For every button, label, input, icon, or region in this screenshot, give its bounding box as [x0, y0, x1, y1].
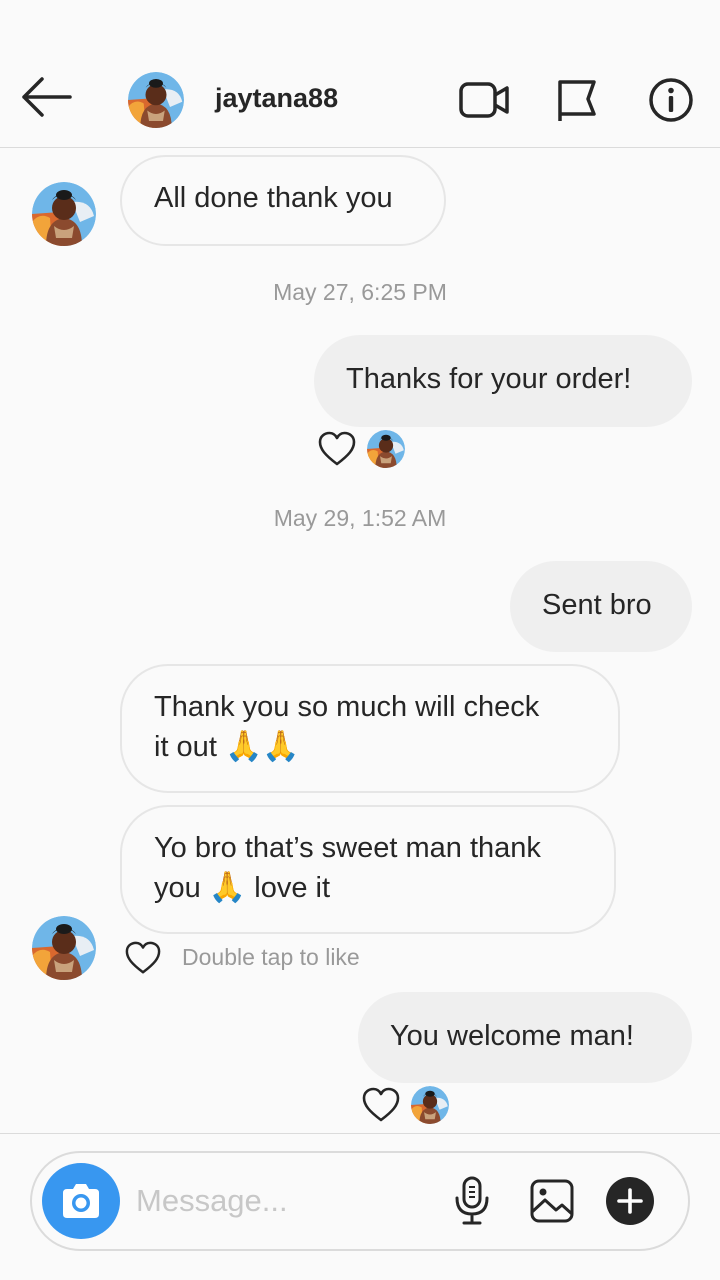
message-bubble-incoming[interactable]: Yo bro that’s sweet man thank you 🙏 love… [120, 805, 616, 934]
avatar[interactable] [128, 72, 184, 128]
message-input[interactable] [136, 1177, 436, 1225]
voice-message-button[interactable] [446, 1175, 498, 1227]
message-bubble-incoming[interactable]: Thank you so much will check it out 🙏🙏 [120, 664, 620, 793]
message-text: Thanks for your order! [346, 363, 632, 395]
back-button[interactable] [20, 74, 76, 120]
message-text: love it [254, 872, 331, 904]
more-options-button[interactable] [604, 1175, 656, 1227]
double-tap-hint: Double tap to like [182, 944, 360, 970]
video-camera-icon [459, 82, 509, 118]
message-composer [30, 1151, 690, 1251]
info-button[interactable] [643, 72, 699, 128]
composer-bar [0, 1133, 720, 1280]
chat-header: jaytana88 [0, 0, 720, 148]
heart-icon[interactable] [123, 940, 163, 976]
info-icon [649, 78, 693, 122]
timestamp: May 29, 1:52 AM [273, 505, 447, 531]
avatar[interactable] [32, 182, 96, 246]
message-bubble-outgoing[interactable]: Thanks for your order! [314, 335, 692, 427]
report-button[interactable] [548, 72, 604, 128]
message-bubble-incoming[interactable]: All done thank you [120, 155, 446, 246]
timestamp: May 27, 6:25 PM [273, 279, 447, 305]
reaction-avatar [367, 430, 405, 468]
back-arrow-icon [22, 77, 72, 117]
camera-icon [63, 1184, 99, 1218]
chat-username[interactable]: jaytana88 [215, 83, 338, 114]
message-text: it out [154, 731, 217, 763]
heart-icon[interactable] [361, 1086, 401, 1124]
microphone-icon [455, 1176, 489, 1225]
message-bubble-outgoing[interactable]: You welcome man! [358, 992, 692, 1083]
pray-emoji: 🙏 [208, 871, 247, 904]
message-text: All done thank you [154, 182, 393, 214]
message-text: Yo bro that’s sweet man thank [154, 832, 541, 864]
plus-icon [606, 1177, 654, 1225]
video-call-button[interactable] [456, 72, 512, 128]
reaction-avatar [411, 1086, 449, 1124]
avatar[interactable] [32, 916, 96, 980]
heart-icon[interactable] [317, 430, 357, 468]
message-text: You welcome man! [390, 1020, 634, 1052]
gallery-button[interactable] [526, 1175, 578, 1227]
message-text: Sent bro [542, 589, 652, 621]
flag-icon [558, 80, 596, 121]
gallery-icon [530, 1179, 574, 1223]
message-bubble-outgoing[interactable]: Sent bro [510, 561, 692, 652]
camera-button[interactable] [42, 1163, 120, 1239]
pray-emoji: 🙏🙏 [224, 730, 300, 763]
message-text: you [154, 872, 201, 904]
message-text: Thank you so much will check [154, 691, 540, 723]
